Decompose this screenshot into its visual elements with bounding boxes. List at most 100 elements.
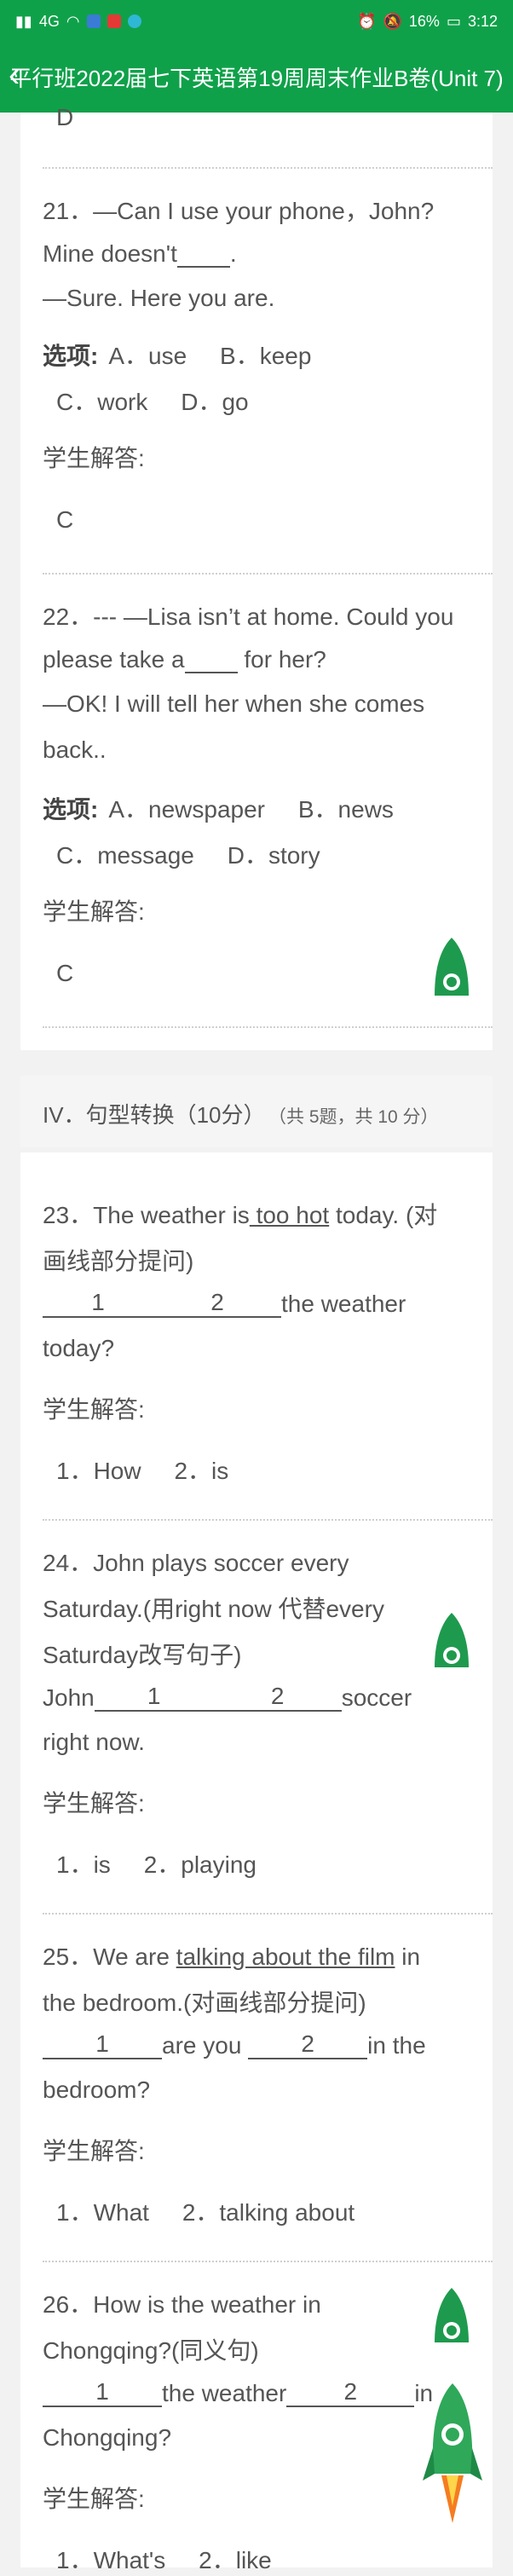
section-title: IV．句型转换（10分） [43, 1102, 266, 1128]
status-right: ⏰ 🔕 16% ▭ 3:12 [357, 13, 498, 31]
blank-1: 1 [43, 2378, 162, 2407]
section-header: IV．句型转换（10分） （共 5题，共 10 分） [20, 1076, 493, 1147]
question-23-text: 23．The weather is [43, 1202, 250, 1228]
rocket-launch-icon[interactable] [423, 2380, 482, 2525]
student-answer-label: 学生解答: [43, 1396, 145, 1423]
question-22-options-ab[interactable]: A．newspaper B．news [108, 796, 394, 823]
student-answer-label: 学生解答: [43, 2486, 145, 2512]
question-25-text-2: are you [162, 2032, 249, 2059]
blank-2: 2 [248, 2030, 368, 2059]
question-22-options-cd[interactable]: C．message D．story [56, 837, 320, 871]
question-24-line5: right now. [43, 1729, 145, 1755]
divider [43, 2261, 493, 2262]
question-22-line1: 22．--- —Lisa isn’t at home. Could you [43, 604, 454, 630]
question-21-options: 选项: A．use B．keep [43, 338, 311, 372]
question-21-answer: C [56, 506, 74, 533]
question-25-text: 25．We are [43, 1944, 176, 1970]
question-24-text-2: soccer [341, 1684, 412, 1711]
question-21-text: Mine doesn't [43, 240, 177, 267]
question-21-punct: . [229, 240, 237, 267]
question-26-text-2: the weather [162, 2380, 287, 2406]
network-label: 4G [38, 12, 60, 30]
wifi-icon: ◠ [66, 12, 80, 30]
question-26-line4: Chongqing? [43, 2424, 172, 2451]
divider [43, 573, 493, 575]
status-left: ▮▮ 4G ◠ [15, 13, 141, 31]
question-card-transform: 23．The weather is too hot today. (对 画线部分… [20, 1152, 493, 2573]
battery-icon: ▭ [446, 12, 461, 30]
alarm-icon: ⏰ [357, 12, 377, 30]
section-meta: （共 5题，共 10 分） [277, 1107, 439, 1127]
blank-1: 1 [43, 2030, 162, 2059]
question-24-line4: John 1 2 soccer [43, 1683, 412, 1712]
question-25-line4: bedroom? [43, 2076, 151, 2103]
blank-2: 2 [286, 2378, 415, 2407]
question-23-line1: 23．The weather is too hot today. (对 [43, 1197, 437, 1231]
question-23-line3: 1 2 the weather [43, 1289, 406, 1318]
student-answer-label: 学生解答: [43, 2138, 145, 2164]
question-21-options-ab[interactable]: A．use B．keep [108, 343, 311, 369]
question-25-line2: the bedroom.(对画线部分提问) [43, 1990, 366, 2016]
title-bar: 平行班2022届七下英语第19周周末作业B卷(Unit 7) ‹ [0, 43, 513, 113]
question-23-answer: 1．How 2．is [56, 1458, 229, 1484]
question-24-answer: 1．is 2．playing [56, 1851, 256, 1878]
student-answer-label: 学生解答: [43, 1790, 145, 1816]
question-23-text-end: today. (对 [329, 1202, 438, 1228]
question-22-line3: —OK! I will tell her when she comes [43, 690, 425, 717]
divider [43, 1026, 493, 1028]
question-21-options-cd[interactable]: C．work D．go [56, 384, 249, 418]
question-25-underlined: talking about the film [176, 1944, 395, 1970]
options-label: 选项: [43, 796, 99, 823]
question-card-single-choice: D 21．—Can I use your phone，John? Mine do… [20, 104, 493, 1050]
battery-percent: 16% [408, 12, 440, 30]
question-23-line4: today? [43, 1335, 115, 1361]
question-24-line3: Saturday改写句子) [43, 1642, 242, 1668]
question-25-answer: 1．What 2．talking about [56, 2199, 355, 2226]
video-app-icon [107, 14, 121, 28]
blank-1: 1 [94, 1683, 214, 1712]
question-24-line2: Saturday.(用right now 代替every [43, 1596, 384, 1622]
question-23-line2: 画线部分提问) [43, 1248, 194, 1274]
rocket-icon[interactable] [429, 2286, 474, 2342]
rocket-icon[interactable] [429, 936, 474, 996]
question-22-line4: back.. [43, 736, 107, 763]
question-21-blank [176, 239, 230, 268]
app-notification-icon [86, 14, 101, 28]
question-22-options: 选项: A．newspaper B．news [43, 791, 394, 825]
divider [43, 1913, 493, 1915]
status-bar: ▮▮ 4G ◠ ⏰ 🔕 16% ▭ 3:12 [0, 0, 513, 43]
signal-icon: ▮▮ [15, 12, 32, 30]
question-22-answer: C [56, 960, 74, 986]
question-25-line3: 1 are you 2 in the [43, 2030, 426, 2059]
question-23-text-2: the weather [281, 1291, 406, 1317]
question-23-underlined: too hot [249, 1202, 330, 1228]
question-24-line1: 24．John plays soccer every [43, 1550, 349, 1576]
question-22-text: please take a [43, 646, 185, 673]
question-22-text-end: for her? [237, 646, 326, 673]
divider [43, 167, 493, 169]
rocket-icon[interactable] [429, 1611, 474, 1667]
student-answer-label: 学生解答: [43, 445, 145, 471]
browser-app-icon [127, 14, 141, 28]
question-22-blank [184, 644, 238, 673]
question-26-line1: 26．How is the weather in [43, 2291, 321, 2318]
page-title: 平行班2022届七下英语第19周周末作业B卷(Unit 7) [9, 66, 504, 91]
mute-icon: 🔕 [383, 12, 402, 30]
question-22-line2: please take a for her? [43, 644, 326, 673]
question-21-line3: —Sure. Here you are. [43, 285, 275, 311]
previous-answer: D [56, 104, 74, 130]
question-21-line1: 21．—Can I use your phone，John? [43, 198, 435, 224]
clock: 3:12 [467, 12, 498, 30]
back-arrow-icon[interactable]: ‹ [9, 56, 20, 94]
question-21-line2: Mine doesn't. [43, 239, 237, 268]
question-25-text-end: in [395, 1944, 421, 1970]
question-26-line2: Chongqing?(同义句) [43, 2337, 259, 2364]
question-26-answer: 1．What's 2．like [56, 2547, 272, 2573]
blank-2: 2 [213, 1683, 342, 1712]
blank-1: 1 [43, 1289, 153, 1318]
question-26-line3: 1 the weather 2 in [43, 2378, 433, 2407]
question-25-line1: 25．We are talking about the film in [43, 1938, 420, 1972]
divider [43, 1519, 493, 1521]
question-25-text-3: in the [367, 2032, 426, 2059]
blank-2: 2 [153, 1289, 281, 1318]
